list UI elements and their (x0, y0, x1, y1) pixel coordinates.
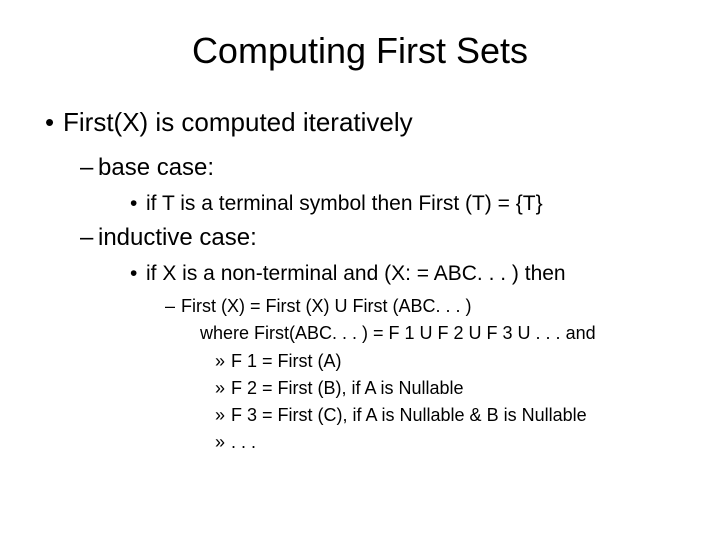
f1-line: »F 1 = First (A) (215, 349, 680, 373)
f3-text: F 3 = First (C), if A is Nullable & B is… (231, 405, 587, 425)
main-point-text: First(X) is computed iteratively (63, 107, 413, 137)
f2-line: »F 2 = First (B), if A is Nullable (215, 376, 680, 400)
ellipsis-line: ». . . (215, 430, 680, 454)
f3-line: »F 3 = First (C), if A is Nullable & B i… (215, 403, 680, 427)
dash-icon: – (165, 294, 181, 318)
base-case-header: –base case: (80, 154, 680, 182)
inductive-sub1-text: First (X) = First (X) U First (ABC. . . … (181, 296, 471, 316)
bullet-icon: • (130, 262, 146, 286)
inductive-sub1-where: where First(ABC. . . ) = F 1 U F 2 U F 3… (200, 321, 680, 345)
raquo-icon: » (215, 376, 231, 400)
slide-title: Computing First Sets (40, 30, 680, 72)
main-bullet: •First(X) is computed iteratively (45, 107, 680, 138)
f1-text: F 1 = First (A) (231, 351, 342, 371)
dash-icon: – (80, 224, 98, 252)
raquo-icon: » (215, 430, 231, 454)
base-case-rule: •if T is a terminal symbol then First (T… (130, 192, 680, 216)
inductive-case-rule-text: if X is a non-terminal and (X: = ABC. . … (146, 262, 566, 285)
dash-icon: – (80, 154, 98, 182)
base-case-label: base case: (98, 154, 214, 181)
bullet-icon: • (45, 107, 63, 138)
inductive-sub1-where-text: where First(ABC. . . ) = F 1 U F 2 U F 3… (200, 323, 596, 343)
inductive-sub1: –First (X) = First (X) U First (ABC. . .… (165, 294, 680, 318)
raquo-icon: » (215, 349, 231, 373)
inductive-case-header: –inductive case: (80, 224, 680, 252)
inductive-case-rule: •if X is a non-terminal and (X: = ABC. .… (130, 262, 680, 286)
f2-text: F 2 = First (B), if A is Nullable (231, 378, 464, 398)
inductive-case-label: inductive case: (98, 224, 257, 251)
ellipsis-text: . . . (231, 432, 256, 452)
raquo-icon: » (215, 403, 231, 427)
bullet-icon: • (130, 192, 146, 216)
base-case-rule-text: if T is a terminal symbol then First (T)… (146, 192, 543, 215)
